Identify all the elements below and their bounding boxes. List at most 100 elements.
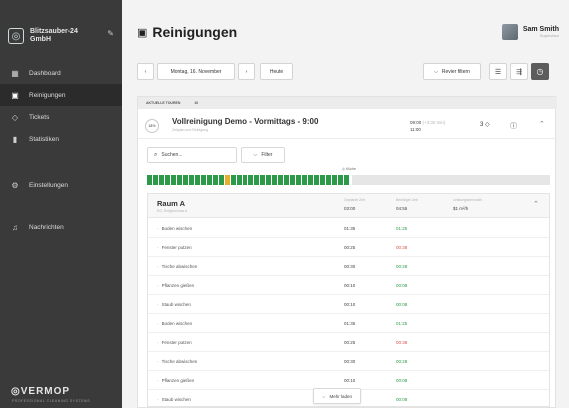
task-actual-time: 00:38 xyxy=(396,245,408,250)
task-planned-time: 00:25 xyxy=(344,245,356,250)
sidebar-item-tickets[interactable]: ◇ Tickets xyxy=(0,106,122,128)
task-actual-time: 00:38 xyxy=(396,340,408,345)
progress-segment xyxy=(152,175,158,185)
task-name-text: Boden wischen xyxy=(161,321,193,326)
bullet-icon: ◦ xyxy=(157,245,159,250)
tour-name: Vollreinigung Demo - Vormittags - 9:00 xyxy=(172,117,319,126)
search-input[interactable]: ⌕ Suchen... xyxy=(147,147,237,163)
task-row[interactable]: ◦ Fenster putzen 00:25 00:38 xyxy=(148,333,549,352)
ticket-icon: ◇ xyxy=(485,122,490,128)
room-header[interactable]: Raum A EG, Erdgeschoss A Geplante Zeit B… xyxy=(148,194,549,218)
edit-icon[interactable]: ✎ xyxy=(107,29,114,38)
progress-marker-label: Küche xyxy=(346,167,356,171)
progress-segment xyxy=(296,175,302,185)
sidebar: ◎ Blitzsauber-24 GmbH ✎ ▦ Dashboard ▣ Re… xyxy=(0,0,122,408)
progress-segment xyxy=(176,175,182,185)
sidebar-item-reinigungen[interactable]: ▣ Reinigungen xyxy=(0,84,122,106)
progress-segment xyxy=(212,175,218,185)
col-perf-header: Leistungskennzahl xyxy=(453,198,482,202)
task-actual-time: 01:25 xyxy=(396,321,408,326)
task-row[interactable]: ◦ Pflanzen gießen 00:10 00:08 xyxy=(148,276,549,295)
tours-count: 10 xyxy=(194,101,199,105)
tours-header: AKTUELLE TOUREN 10 xyxy=(138,97,557,109)
room-planned-total: 03:00 xyxy=(344,206,356,211)
progress-segment xyxy=(236,175,242,185)
bullet-icon: ◦ xyxy=(157,378,159,383)
list-view-button[interactable]: ☰ xyxy=(489,63,507,80)
task-planned-time: 01:35 xyxy=(344,321,356,326)
company-switcher[interactable]: ◎ Blitzsauber-24 GmbH ✎ xyxy=(8,24,116,48)
progress-segment xyxy=(170,175,176,185)
task-name: ◦ Staub wischen xyxy=(157,302,191,307)
tour-ticket-count[interactable]: 3 ◇ xyxy=(480,121,490,128)
progress-segment xyxy=(278,175,284,185)
tour-header[interactable]: 18% Vollreinigung Demo - Vormittags - 9:… xyxy=(138,111,557,139)
sidebar-item-label: Nachrichten xyxy=(29,223,64,231)
load-more-label: Mehr laden xyxy=(329,393,352,399)
task-name-text: Pflanzen gießen xyxy=(161,378,195,383)
task-row[interactable]: ◦ Staub wischen 00:10 00:08 xyxy=(148,295,549,314)
tree-view-button[interactable]: ⇶ xyxy=(510,63,528,80)
task-planned-time: 00:30 xyxy=(344,264,356,269)
progress-segment xyxy=(266,175,272,185)
progress-segment xyxy=(326,175,332,185)
task-planned-time: 01:35 xyxy=(344,226,356,231)
task-row[interactable]: ◦ Fenster putzen 00:25 00:38 xyxy=(148,238,549,257)
user-role: Supervisor xyxy=(539,33,559,38)
task-name: ◦ Fenster putzen xyxy=(157,340,192,345)
task-name: ◦ Pflanzen gießen xyxy=(157,283,194,288)
avatar[interactable] xyxy=(501,24,518,40)
sidebar-item-label: Tickets xyxy=(29,113,50,121)
today-button[interactable]: Heute xyxy=(260,63,293,80)
task-name: ◦ Boden wischen xyxy=(157,226,192,231)
vermop-mark-icon: ◎ xyxy=(11,386,21,397)
task-name: ◦ Tische abwischen xyxy=(157,359,197,364)
tour-time-range: (+3:30 min) xyxy=(422,120,446,125)
sidebar-item-label: Reinigungen xyxy=(29,91,66,99)
page-header: ▣ Reinigungen xyxy=(137,24,237,40)
progress-segment xyxy=(272,175,278,185)
user-name: Sam Smith xyxy=(522,26,559,33)
task-row[interactable]: ◦ Boden wischen 01:35 01:25 xyxy=(148,219,549,238)
progress-segment xyxy=(290,175,296,185)
sidebar-item-einstellungen[interactable]: ⚙ Einstellungen xyxy=(0,174,122,196)
sidebar-item-dashboard[interactable]: ▦ Dashboard xyxy=(0,62,122,84)
filter-button[interactable]: ⌵ Filter xyxy=(241,147,285,163)
filter-label: Filter xyxy=(261,152,273,158)
vermop-tagline: PROFESSIONAL CLEANING SYSTEMS xyxy=(12,399,91,403)
task-name-text: Staub wischen xyxy=(161,302,191,307)
timeline-view-button[interactable]: ◷ xyxy=(531,63,549,80)
sidebar-item-statistiken[interactable]: ▮ Statistiken xyxy=(0,128,122,150)
tour-start-time: 09:00 xyxy=(410,120,422,125)
bullet-icon: ◦ xyxy=(157,397,159,402)
info-icon[interactable]: ⓘ xyxy=(510,121,517,131)
sidebar-item-label: Einstellungen xyxy=(29,181,69,189)
load-more-button[interactable]: ⌵ Mehr laden xyxy=(313,388,361,404)
progress-segment xyxy=(224,175,230,185)
task-name-text: Fenster putzen xyxy=(161,245,192,250)
bullet-icon: ◦ xyxy=(157,283,159,288)
task-row[interactable]: ◦ Tische abwischen 00:30 00:28 xyxy=(148,352,549,371)
progress-segment xyxy=(164,175,170,185)
chevron-up-icon[interactable]: ⌃ xyxy=(533,200,539,208)
prev-day-button[interactable]: ‹ xyxy=(137,63,154,80)
task-name: ◦ Fenster putzen xyxy=(157,245,192,250)
task-name-text: Tische abwischen xyxy=(161,264,198,269)
progress-segment xyxy=(320,175,326,185)
tour-end-time: 11:00 xyxy=(410,127,421,132)
user-info: Sam Smith Supervisor xyxy=(523,26,559,38)
user-menu[interactable]: Sam Smith Supervisor xyxy=(501,24,559,40)
progress-segment xyxy=(158,175,164,185)
task-name: ◦ Tische abwischen xyxy=(157,264,197,269)
chevron-up-icon[interactable]: ⌃ xyxy=(539,120,545,128)
task-row[interactable]: ◦ Boden wischen 01:35 01:25 xyxy=(148,314,549,333)
revier-filter-dropdown[interactable]: ⌵ Revier filtern xyxy=(423,63,481,80)
task-row[interactable]: ◦ Tische abwischen 00:30 00:28 xyxy=(148,257,549,276)
sidebar-item-nachrichten[interactable]: ♫ Nachrichten xyxy=(0,216,122,238)
col-actual-header: Benötigte Zeit xyxy=(396,198,418,202)
task-planned-time: 00:10 xyxy=(344,302,356,307)
date-picker-button[interactable]: Montag, 16. November xyxy=(157,63,235,80)
task-actual-time: 00:08 xyxy=(396,283,408,288)
task-planned-time: 00:30 xyxy=(344,359,356,364)
next-day-button[interactable]: › xyxy=(238,63,255,80)
